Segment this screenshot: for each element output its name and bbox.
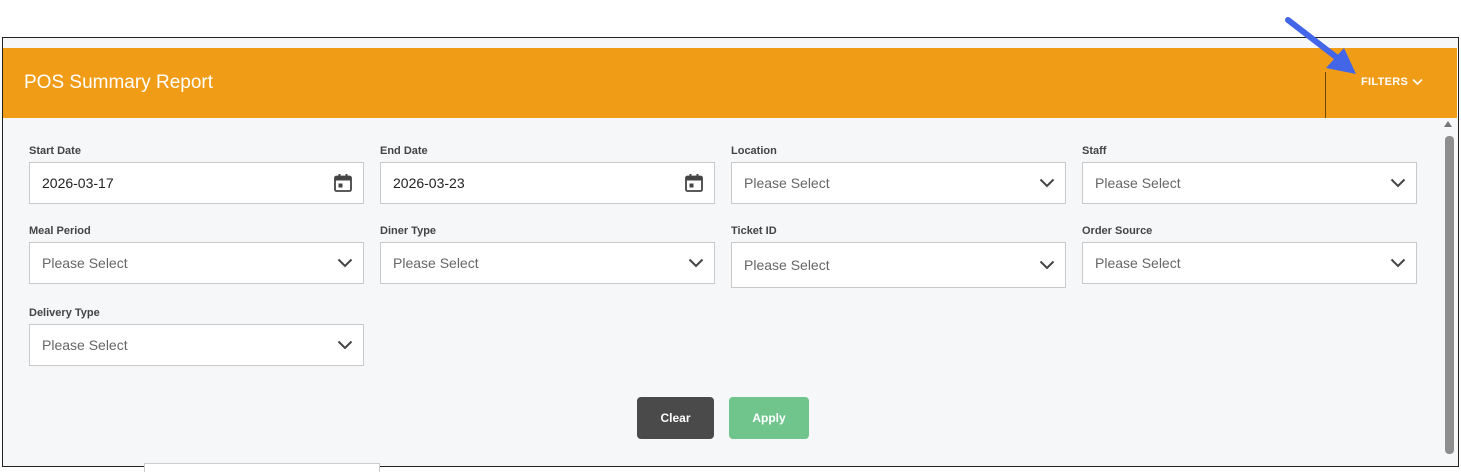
staff-select[interactable]: Please Select bbox=[1082, 162, 1417, 204]
calendar-icon[interactable] bbox=[333, 173, 353, 193]
chevron-down-icon bbox=[337, 340, 353, 350]
ticket-id-label: Ticket ID bbox=[731, 225, 777, 237]
filters-toggle[interactable]: FILTERS bbox=[1361, 76, 1423, 88]
scroll-up-arrow-icon[interactable] bbox=[1444, 121, 1452, 127]
order-source-label: Order Source bbox=[1082, 225, 1153, 237]
end-date-field: End Date 2026-03-23 bbox=[380, 145, 715, 204]
ticket-id-select[interactable]: Please Select bbox=[731, 242, 1066, 288]
meal-period-select[interactable]: Please Select bbox=[29, 242, 364, 284]
location-field: Location Please Select bbox=[731, 145, 1066, 204]
order-source-select[interactable]: Please Select bbox=[1082, 242, 1417, 284]
delivery-type-placeholder: Please Select bbox=[42, 337, 128, 353]
filters-label: FILTERS bbox=[1361, 76, 1409, 88]
end-date-input[interactable]: 2026-03-23 bbox=[380, 162, 715, 204]
meal-period-placeholder: Please Select bbox=[42, 255, 128, 271]
delivery-type-field: Delivery Type Please Select bbox=[29, 307, 364, 366]
order-source-placeholder: Please Select bbox=[1095, 255, 1181, 271]
location-label: Location bbox=[731, 145, 777, 157]
start-date-input[interactable]: 2026-03-17 bbox=[29, 162, 364, 204]
chevron-down-icon bbox=[1390, 178, 1406, 188]
annotation-arrow-icon bbox=[1285, 17, 1356, 74]
page-title: POS Summary Report bbox=[24, 72, 213, 93]
diner-type-placeholder: Please Select bbox=[393, 255, 479, 271]
location-placeholder: Please Select bbox=[744, 175, 830, 191]
delivery-type-label: Delivery Type bbox=[29, 307, 100, 319]
end-date-label: End Date bbox=[380, 145, 428, 157]
end-date-value: 2026-03-23 bbox=[393, 175, 465, 191]
chevron-down-icon bbox=[688, 258, 704, 268]
chevron-down-icon bbox=[1039, 260, 1055, 270]
scrollbar-thumb[interactable] bbox=[1445, 136, 1454, 454]
start-date-value: 2026-03-17 bbox=[42, 175, 114, 191]
start-date-label: Start Date bbox=[29, 145, 81, 157]
chevron-down-icon bbox=[1039, 178, 1055, 188]
staff-field: Staff Please Select bbox=[1082, 145, 1417, 204]
chevron-down-icon bbox=[1390, 258, 1406, 268]
report-header: POS Summary Report FILTERS bbox=[3, 48, 1457, 118]
diner-type-select[interactable]: Please Select bbox=[380, 242, 715, 284]
meal-period-label: Meal Period bbox=[29, 225, 91, 237]
chevron-down-icon bbox=[1412, 78, 1423, 86]
ticket-id-field: Ticket ID Please Select bbox=[731, 225, 1066, 288]
apply-button[interactable]: Apply bbox=[729, 397, 809, 439]
order-source-field: Order Source Please Select bbox=[1082, 225, 1417, 284]
header-divider bbox=[1325, 72, 1326, 118]
chevron-down-icon bbox=[337, 258, 353, 268]
staff-label: Staff bbox=[1082, 145, 1107, 157]
clear-button[interactable]: Clear bbox=[637, 397, 714, 439]
location-select[interactable]: Please Select bbox=[731, 162, 1066, 204]
calendar-icon[interactable] bbox=[684, 173, 704, 193]
start-date-field: Start Date 2026-03-17 bbox=[29, 145, 364, 204]
staff-placeholder: Please Select bbox=[1095, 175, 1181, 191]
diner-type-field: Diner Type Please Select bbox=[380, 225, 715, 284]
ticket-id-placeholder: Please Select bbox=[744, 257, 830, 273]
diner-type-label: Diner Type bbox=[380, 225, 437, 237]
meal-period-field: Meal Period Please Select bbox=[29, 225, 364, 284]
delivery-type-select[interactable]: Please Select bbox=[29, 324, 364, 366]
